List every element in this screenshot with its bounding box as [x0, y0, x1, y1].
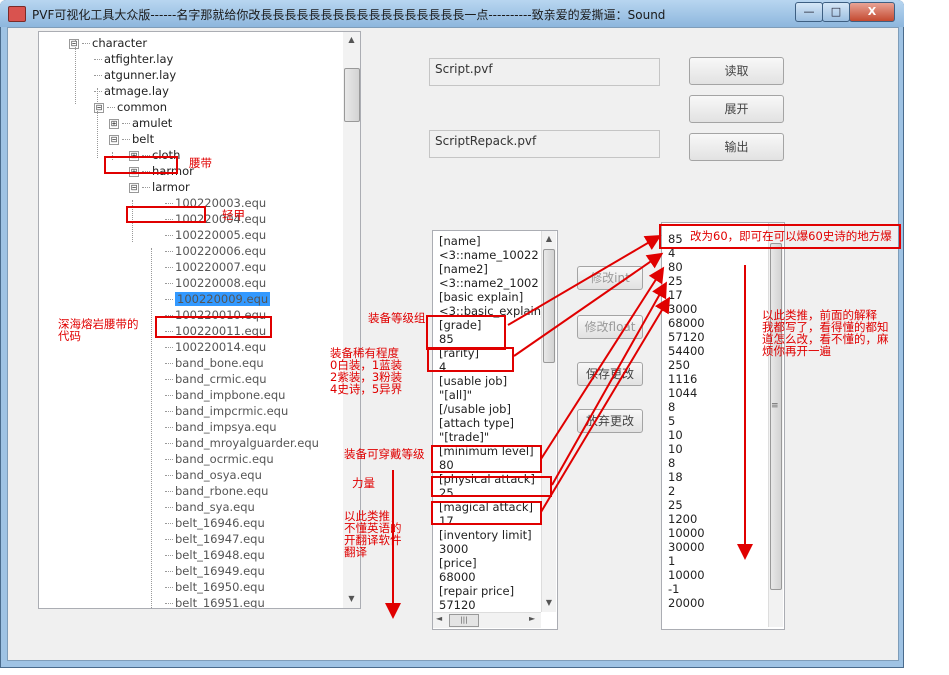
arrow-magical: [540, 296, 671, 513]
arrow-min-level: [540, 266, 665, 460]
arrow-physical: [551, 281, 667, 486]
annotation-arrows: [385, 234, 753, 619]
